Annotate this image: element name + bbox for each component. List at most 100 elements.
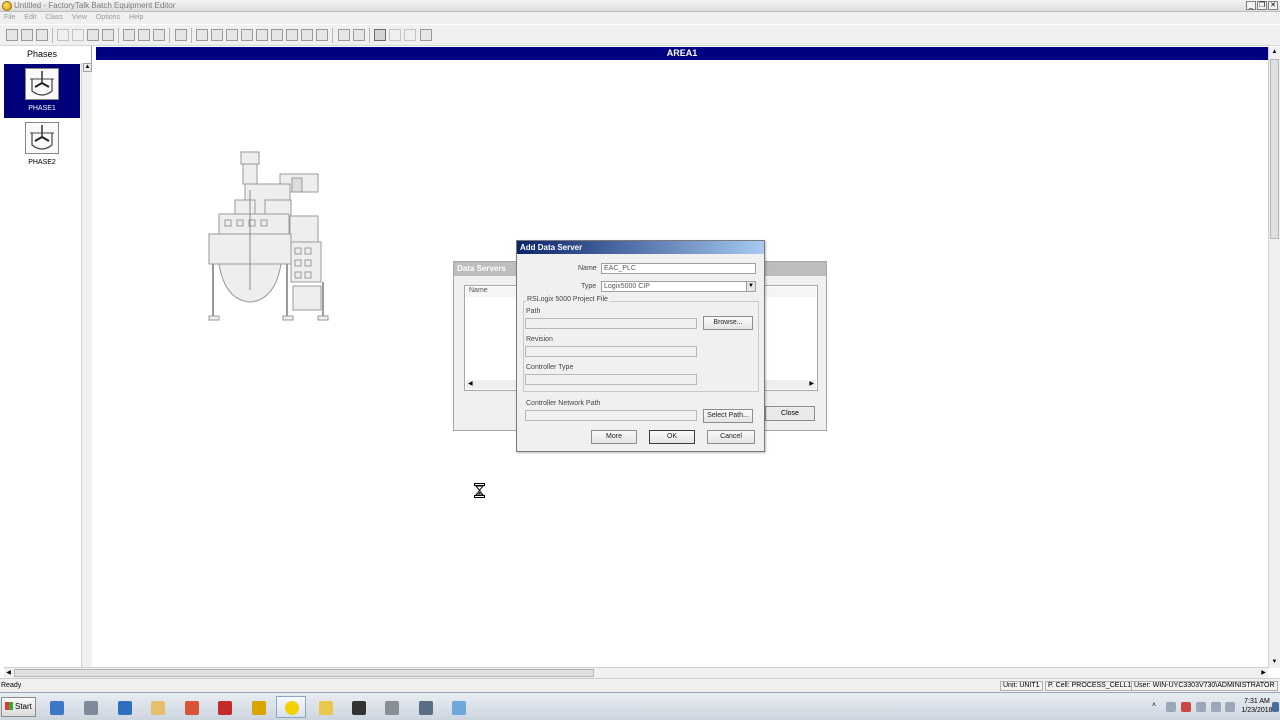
- tray-flag-icon[interactable]: [1225, 702, 1235, 712]
- start-button[interactable]: Start: [1, 697, 36, 717]
- type-select[interactable]: Logix5000 CIP ▼: [601, 281, 756, 292]
- taskbar-app-other[interactable]: [443, 696, 473, 718]
- properties-icon[interactable]: [175, 29, 187, 41]
- status-user: User: WIN-UYC3303V730\ADMINISTRATOR: [1131, 681, 1278, 691]
- paste-icon[interactable]: [87, 29, 99, 41]
- taskbar-app-yellow[interactable]: [243, 696, 273, 718]
- menu-edit[interactable]: Edit: [24, 12, 36, 24]
- grid-icon[interactable]: [211, 29, 223, 41]
- browse-button[interactable]: Browse...: [703, 316, 753, 330]
- new-icon[interactable]: [6, 29, 18, 41]
- scroll-left-icon[interactable]: ◀: [468, 380, 473, 389]
- pointer-icon[interactable]: [374, 29, 386, 41]
- print-icon[interactable]: [102, 29, 114, 41]
- taskbar-app-network[interactable]: [75, 696, 105, 718]
- taskbar-app-config[interactable]: [410, 696, 440, 718]
- hierarchy-icon[interactable]: [196, 29, 208, 41]
- restore-button[interactable]: ❒: [1257, 1, 1267, 10]
- open-icon[interactable]: [21, 29, 33, 41]
- copy-icon[interactable]: [72, 29, 84, 41]
- tray-alert-icon[interactable]: [1181, 702, 1191, 712]
- taskbar: Start ˄ 7:31 AM 1/23/2018: [0, 692, 1280, 720]
- taskbar-app-folder[interactable]: [310, 696, 340, 718]
- scrollbar-thumb[interactable]: [14, 669, 594, 677]
- taskbar-app-terminal[interactable]: [343, 696, 373, 718]
- menu-options[interactable]: Options: [96, 12, 120, 24]
- phase-item-phase2[interactable]: PHASE2: [4, 118, 80, 172]
- tag-icon[interactable]: [286, 29, 298, 41]
- gear-icon[interactable]: [301, 29, 313, 41]
- revision-label: Revision: [526, 336, 553, 343]
- window-title: Untitled - FactoryTalk Batch Equipment E…: [14, 1, 176, 10]
- taskbar-app-tools[interactable]: [376, 696, 406, 718]
- network-path-field[interactable]: [525, 410, 697, 421]
- clock[interactable]: 7:31 AM 1/23/2018: [1240, 697, 1274, 715]
- area-title: AREA1: [96, 47, 1268, 60]
- clock-date: 1/23/2018: [1241, 707, 1273, 714]
- select-path-button[interactable]: Select Path...: [703, 409, 753, 423]
- taskbar-app-paint[interactable]: [176, 696, 206, 718]
- scroll-down-icon[interactable]: ▼: [1270, 658, 1279, 667]
- scroll-up-icon[interactable]: ▲: [1270, 48, 1279, 57]
- taskbar-app-red[interactable]: [209, 696, 239, 718]
- check-icon[interactable]: [353, 29, 365, 41]
- save-icon[interactable]: [36, 29, 48, 41]
- taskbar-app-explorer[interactable]: [142, 696, 172, 718]
- close-window-button[interactable]: ✕: [1268, 1, 1278, 10]
- name-field[interactable]: EAC_PLC: [601, 263, 756, 274]
- ok-button[interactable]: OK: [649, 430, 695, 444]
- show-desktop-icon[interactable]: [1272, 702, 1279, 712]
- tree-icon[interactable]: [256, 29, 268, 41]
- table-icon[interactable]: [271, 29, 283, 41]
- project-file-group-label: RSLogix 5000 Project File: [526, 296, 609, 303]
- status-unit: Unit: UNIT1: [1000, 681, 1043, 691]
- cancel-button[interactable]: Cancel: [707, 430, 755, 444]
- tray-volume-icon[interactable]: [1196, 702, 1206, 712]
- tray-battery-icon[interactable]: [1211, 702, 1221, 712]
- taskbar-app-powershell[interactable]: [109, 696, 139, 718]
- scrollbar-thumb[interactable]: [1270, 59, 1279, 239]
- status-bar: Ready Unit: UNIT1 P. Cell: PROCESS_CELL1…: [0, 678, 1280, 692]
- add-data-server-title: Add Data Server: [517, 241, 764, 254]
- path-field[interactable]: [525, 318, 697, 329]
- zoom-icon[interactable]: [153, 29, 165, 41]
- up-arrow-icon[interactable]: [138, 29, 150, 41]
- vertical-scrollbar[interactable]: ▲ ▼: [1268, 47, 1280, 668]
- more-button[interactable]: More: [591, 430, 637, 444]
- taskbar-app-batch-editor[interactable]: [276, 696, 306, 718]
- controller-type-label: Controller Type: [526, 364, 574, 371]
- settings-icon[interactable]: [420, 29, 432, 41]
- scroll-right-icon[interactable]: ▶: [809, 380, 814, 389]
- list-icon[interactable]: [226, 29, 238, 41]
- scroll-left-icon[interactable]: ◀: [4, 668, 13, 678]
- link-icon[interactable]: [389, 29, 401, 41]
- type-value: Logix5000 CIP: [604, 283, 650, 290]
- horizontal-scrollbar[interactable]: ◀ ▶: [4, 667, 1268, 678]
- taskbar-app-server-manager[interactable]: [41, 696, 71, 718]
- chevron-down-icon[interactable]: ▼: [746, 282, 755, 291]
- equipment-image[interactable]: [205, 150, 330, 322]
- windows-flag-icon: [5, 702, 13, 710]
- tray-network-icon[interactable]: [1166, 702, 1176, 712]
- unlink-icon[interactable]: [404, 29, 416, 41]
- server-icon[interactable]: [316, 29, 328, 41]
- phases-scrollbar[interactable]: ▲: [81, 63, 92, 667]
- arrows-icon[interactable]: [241, 29, 253, 41]
- down-arrow-icon[interactable]: [123, 29, 135, 41]
- tray-expand-icon[interactable]: ˄: [1152, 702, 1158, 712]
- phase-item-phase1[interactable]: PHASE1: [4, 64, 80, 118]
- edit-icon[interactable]: [338, 29, 350, 41]
- scroll-up-icon[interactable]: ▲: [83, 63, 92, 72]
- scroll-right-icon[interactable]: ▶: [1259, 668, 1268, 678]
- phases-header: Phases: [26, 49, 58, 59]
- close-button[interactable]: Close: [765, 406, 815, 421]
- network-path-label: Controller Network Path: [526, 400, 601, 407]
- minimize-button[interactable]: _: [1246, 1, 1256, 10]
- phases-panel: Phases PHASE1 PHASE2 ▲: [4, 46, 92, 667]
- menu-view[interactable]: View: [72, 12, 87, 24]
- menu-class[interactable]: Class: [45, 12, 63, 24]
- menu-file[interactable]: File: [4, 12, 15, 24]
- column-header[interactable]: [764, 287, 816, 297]
- cut-icon[interactable]: [57, 29, 69, 41]
- menu-help[interactable]: Help: [129, 12, 143, 24]
